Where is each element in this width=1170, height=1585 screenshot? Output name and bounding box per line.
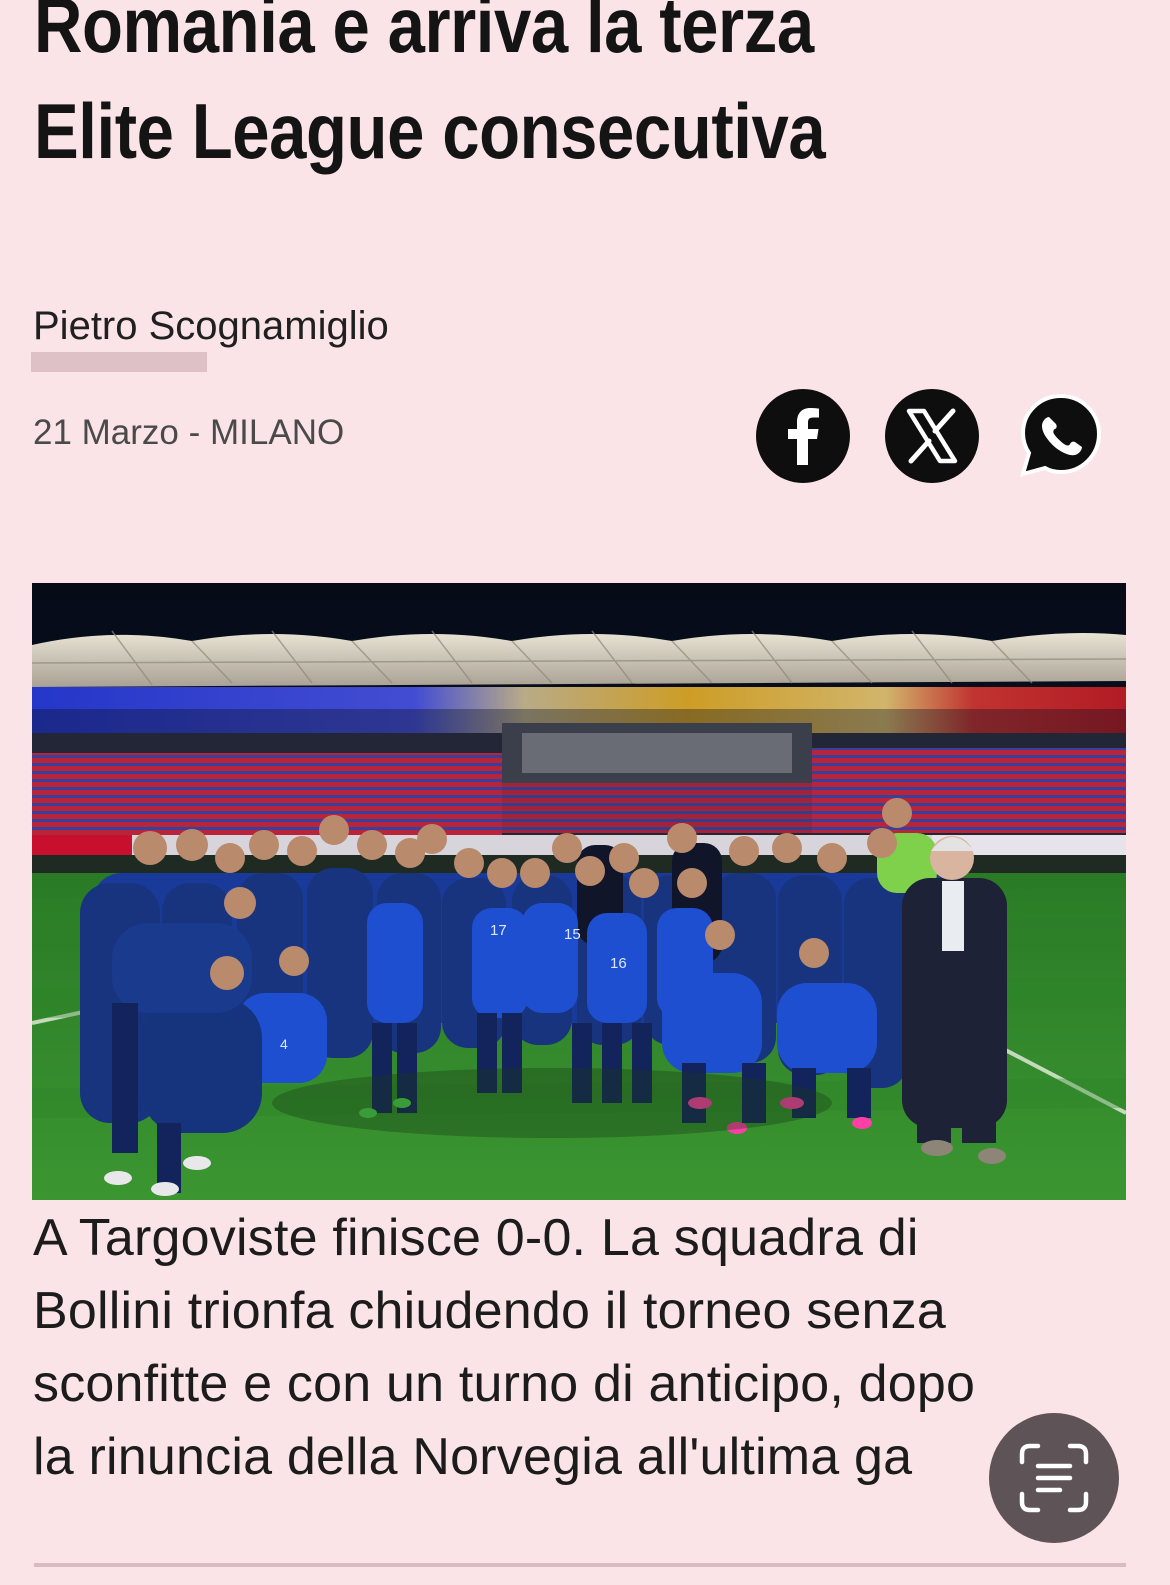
share-facebook-button[interactable]	[756, 389, 850, 483]
dateline: 21 Marzo - MILANO	[33, 413, 345, 452]
share-whatsapp-button[interactable]	[1014, 389, 1108, 483]
article-lead: A Targoviste finisce 0-0. La squadra di …	[33, 1202, 1123, 1494]
x-logo-icon	[906, 408, 958, 464]
text-scan-icon	[1019, 1443, 1089, 1513]
author-underline	[31, 352, 207, 372]
lead-line-1: A Targoviste finisce 0-0. La squadra di	[33, 1209, 919, 1267]
lead-line-2: Bollini trionfa chiudendo il torneo senz…	[33, 1282, 946, 1340]
team-photo-image: 17 15 16 4	[32, 583, 1126, 1200]
jersey-number: 4	[280, 1036, 288, 1052]
jersey-number: 16	[610, 955, 627, 972]
whatsapp-icon	[1020, 393, 1102, 477]
lead-line-4: la rinuncia della Norvegia all'ultima ga	[33, 1428, 913, 1486]
article-headline: Romania e arriva la terza Elite League c…	[34, 0, 894, 184]
facebook-icon	[788, 408, 819, 465]
jersey-number: 17	[490, 922, 507, 939]
article-photo[interactable]: 17 15 16 4	[32, 583, 1126, 1200]
bottom-divider	[34, 1563, 1126, 1567]
share-x-button[interactable]	[885, 389, 979, 483]
text-scan-button[interactable]	[989, 1413, 1119, 1543]
author-name[interactable]: Pietro Scognamiglio	[33, 302, 389, 350]
headline-line-2: Elite League consecutiva	[34, 87, 826, 175]
jersey-number: 15	[564, 926, 581, 943]
lead-line-3: sconfitte e con un turno di anticipo, do…	[33, 1355, 976, 1413]
headline-line-1: Romania e arriva la terza	[34, 0, 814, 69]
